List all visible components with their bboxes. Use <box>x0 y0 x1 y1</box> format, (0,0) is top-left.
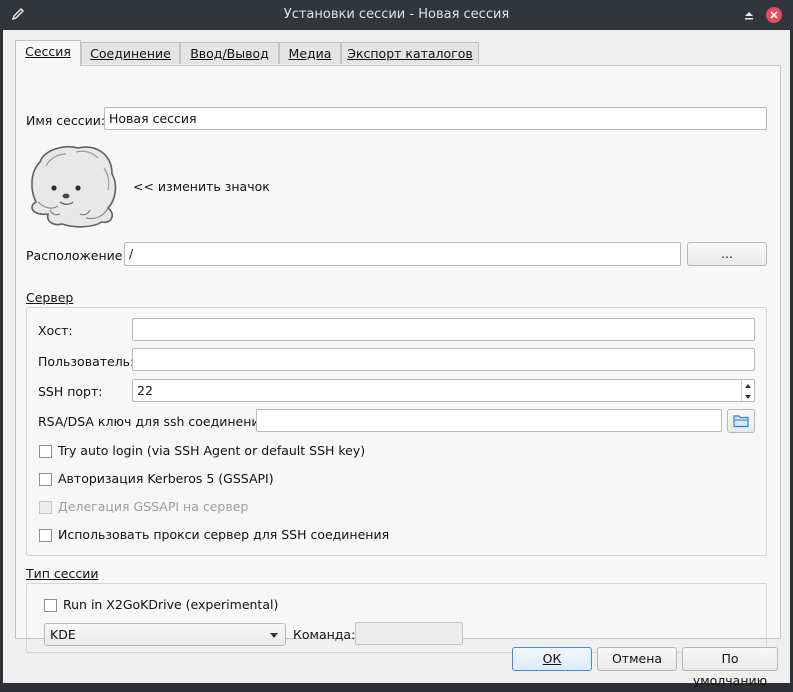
location-label: Расположение: <box>26 248 127 263</box>
cancel-label: Отмена <box>611 651 663 666</box>
close-icon <box>770 11 778 19</box>
kerberos-label[interactable]: Авторизация Kerberos 5 (GSSAPI) <box>58 471 274 486</box>
session-name-label: Имя сессии: <box>26 113 106 128</box>
tab-label: Экспорт каталогов <box>347 46 473 61</box>
kerberos-checkbox[interactable] <box>39 473 52 486</box>
host-label: Хост: <box>38 323 73 338</box>
tab-shared-folders[interactable]: Экспорт каталогов <box>341 42 479 64</box>
kdrive-label[interactable]: Run in X2GoKDrive (experimental) <box>63 597 278 612</box>
command-label: Команда: <box>293 627 356 642</box>
session-icon[interactable] <box>26 144 122 230</box>
session-type-combo[interactable]: KDE <box>44 623 286 646</box>
tab-media[interactable]: Медиа <box>279 42 341 64</box>
tab-label: Медиа <box>288 46 332 61</box>
close-button[interactable] <box>766 7 782 23</box>
server-group-title: Сервер <box>26 290 74 305</box>
host-input[interactable] <box>132 318 755 341</box>
chevron-down-icon <box>270 633 278 638</box>
autologin-label[interactable]: Try auto login (via SSH Agent or default… <box>58 443 365 458</box>
cancel-button[interactable]: Отмена <box>597 647 677 671</box>
ssh-key-input[interactable] <box>256 409 722 432</box>
defaults-label: По умолчанию <box>692 651 768 688</box>
ok-button[interactable]: ОК <box>512 647 592 671</box>
proxy-checkbox[interactable] <box>39 529 52 542</box>
ok-label: ОК <box>542 651 562 666</box>
session-type-group-title: Тип сессии <box>26 566 99 581</box>
command-input <box>355 622 463 645</box>
session-name-input[interactable]: Новая сессия <box>104 107 767 130</box>
session-type-group: Run in X2GoKDrive (experimental) KDE Ком… <box>26 583 767 653</box>
browse-location-button[interactable]: ... <box>687 242 767 266</box>
window-title: Установки сессии - Новая сессия <box>283 7 510 22</box>
gssapi-delegation-checkbox <box>39 501 52 514</box>
title-bar: Установки сессии - Новая сессия <box>0 0 793 30</box>
defaults-button[interactable]: По умолчанию <box>682 647 778 688</box>
folder-icon <box>733 415 749 428</box>
user-input[interactable] <box>132 348 755 371</box>
autologin-checkbox[interactable] <box>39 445 52 458</box>
ssh-key-label: RSA/DSA ключ для ssh соединения: <box>38 414 272 429</box>
tab-connection[interactable]: Соединение <box>81 42 180 64</box>
session-tab-panel: Имя сессии: Новая сессия << изменить зна… <box>15 65 781 653</box>
session-type-value: KDE <box>50 627 76 642</box>
browse-key-button[interactable] <box>727 409 755 433</box>
ssh-port-label: SSH порт: <box>38 384 103 399</box>
tab-label: Ввод/Вывод <box>190 46 269 61</box>
kdrive-checkbox[interactable] <box>44 599 57 612</box>
user-label: Пользователь: <box>38 354 135 369</box>
change-icon-link[interactable]: << изменить значок <box>133 179 270 194</box>
location-input[interactable]: / <box>124 242 681 266</box>
proxy-label[interactable]: Использовать прокси сервер для SSH соеди… <box>58 527 389 542</box>
gssapi-delegation-label: Делегация GSSAPI на сервер <box>58 499 249 514</box>
spin-arrows[interactable] <box>741 380 754 401</box>
server-group: Хост: Пользователь: SSH порт: 22 RSA/DSA… <box>26 307 767 556</box>
maximize-icon[interactable] <box>742 8 756 22</box>
tab-input-output[interactable]: Ввод/Вывод <box>180 42 279 64</box>
dialog-body: Сессия Соединение Ввод/Вывод Медиа Экспо… <box>3 30 790 688</box>
spin-up-icon[interactable] <box>745 384 751 388</box>
tab-label: Сессия <box>25 44 71 59</box>
tab-session[interactable]: Сессия <box>15 40 81 66</box>
spin-down-icon[interactable] <box>745 395 751 399</box>
ssh-port-value: 22 <box>137 383 153 398</box>
ssh-port-spinbox[interactable]: 22 <box>132 379 755 402</box>
tab-label: Соединение <box>90 46 171 61</box>
